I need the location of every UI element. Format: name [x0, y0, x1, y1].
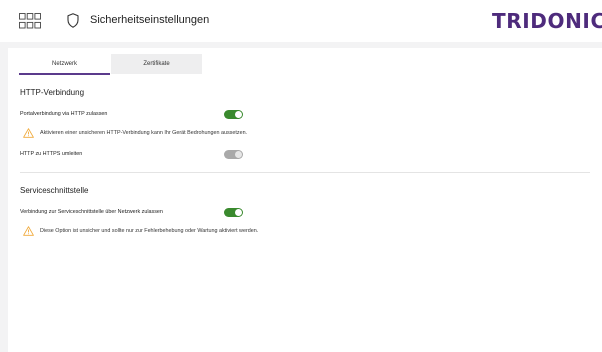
redirect-toggle[interactable] — [224, 150, 243, 159]
tab-netzwerk[interactable]: Netzwerk — [19, 54, 110, 75]
shield-icon — [67, 13, 79, 28]
top-bar: Sicherheitseinstellungen TRIDONIC — [0, 0, 602, 42]
allow-service-warning: Diese Option ist unsicher und sollte nur… — [40, 228, 259, 234]
service-section-title: Serviceschnittstelle — [20, 186, 89, 195]
allow-service-toggle[interactable] — [224, 208, 243, 217]
settings-card: Netzwerk Zertifikate HTTP-Verbindung Por… — [8, 48, 602, 352]
tridonic-logo: TRIDONIC — [492, 9, 602, 33]
toggle-knob — [235, 209, 242, 216]
page-title: Sicherheitseinstellungen — [90, 14, 210, 26]
allow-http-label: Portalverbindung via HTTP zulassen — [20, 111, 108, 117]
tab-zertifikate[interactable]: Zertifikate — [111, 54, 202, 74]
apps-grid-icon[interactable] — [19, 13, 41, 29]
warning-icon — [23, 128, 34, 138]
allow-service-label: Verbindung zur Serviceschnittstelle über… — [20, 209, 163, 215]
http-section-title: HTTP-Verbindung — [20, 88, 85, 97]
toggle-knob — [235, 111, 242, 118]
allow-http-warning: Aktivieren einer unsicheren HTTP-Verbind… — [40, 130, 248, 136]
redirect-label: HTTP zu HTTPS umleiten — [20, 151, 83, 157]
section-divider — [20, 172, 590, 173]
warning-icon — [23, 226, 34, 236]
toggle-knob — [235, 151, 242, 158]
allow-http-toggle[interactable] — [224, 110, 243, 119]
